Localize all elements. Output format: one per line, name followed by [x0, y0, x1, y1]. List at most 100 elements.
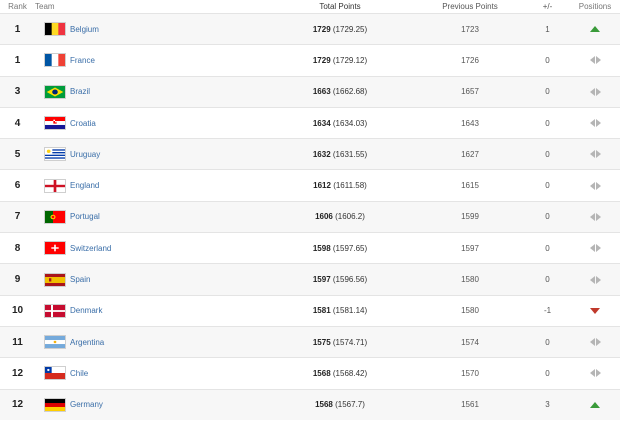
- total-points-exact: (1567.7): [335, 400, 365, 410]
- total-points-exact: (1729.12): [332, 55, 368, 65]
- croatia-flag-icon: [44, 116, 66, 131]
- table-row[interactable]: 4 Croatia 1634 (1634.03) 1643 0: [0, 106, 620, 138]
- diff-cell: 0: [545, 181, 550, 191]
- table-row[interactable]: 6 England 1612 (1611.58) 1615 0: [0, 169, 620, 200]
- team-link[interactable]: Argentina: [70, 338, 104, 347]
- header-positions[interactable]: Positions: [570, 2, 620, 11]
- team-link[interactable]: England: [70, 181, 99, 190]
- no-change-icon: [589, 181, 601, 190]
- table-row[interactable]: 9 Spain 1597 (1596.56) 1580 0: [0, 263, 620, 295]
- header-team[interactable]: Team: [35, 2, 265, 11]
- position-change-cell: [570, 150, 620, 159]
- table-row[interactable]: 12 Germany 1568 (1567.7) 1561 3: [0, 388, 620, 420]
- position-change-cell: [570, 275, 620, 284]
- total-points-cell: 1632 (1631.55): [265, 150, 415, 159]
- arrow-down-icon: [590, 307, 600, 314]
- rank-cell: 8: [14, 242, 21, 254]
- total-points-exact: (1596.56): [332, 275, 368, 285]
- table-row[interactable]: 1 Belgium 1729 (1729.25) 1723 1: [0, 13, 620, 45]
- france-flag-icon: [44, 53, 66, 68]
- no-change-icon: [589, 338, 601, 347]
- total-points-cell: 1598 (1597.65): [265, 244, 415, 253]
- position-change-cell: [570, 181, 620, 190]
- total-points: 1606: [315, 212, 333, 222]
- spain-flag-icon: [44, 272, 66, 287]
- total-points-exact: (1574.71): [332, 337, 368, 347]
- previous-points-cell: 1580: [461, 275, 479, 285]
- table-row[interactable]: 1 France 1729 (1729.12) 1726 0: [0, 44, 620, 75]
- uruguay-flag-icon: [44, 147, 66, 162]
- no-change-icon: [589, 56, 601, 65]
- header-diff[interactable]: +/-: [525, 2, 570, 11]
- diff-cell: 0: [545, 337, 550, 347]
- chile-flag-icon: [44, 366, 66, 381]
- portugal-flag-icon: [44, 209, 66, 224]
- team-cell: Uruguay: [35, 147, 265, 162]
- team-link[interactable]: Uruguay: [70, 150, 100, 159]
- previous-points-cell: 1627: [461, 149, 479, 159]
- total-points-exact: (1662.68): [332, 87, 368, 97]
- diff-cell: 0: [545, 212, 550, 222]
- diff-cell: 0: [545, 243, 550, 253]
- arrow-up-icon: [590, 401, 600, 408]
- header-previous-points[interactable]: Previous Points: [415, 2, 525, 11]
- team-cell: Brazil: [35, 84, 265, 99]
- position-change-cell: [570, 212, 620, 221]
- england-flag-icon: [44, 178, 66, 193]
- total-points-cell: 1729 (1729.12): [265, 56, 415, 65]
- denmark-flag-icon: [44, 303, 66, 318]
- team-cell: Switzerland: [35, 241, 265, 256]
- previous-points-cell: 1597: [461, 243, 479, 253]
- table-row[interactable]: 3 Brazil 1663 (1662.68) 1657 0: [0, 75, 620, 107]
- total-points-exact: (1611.58): [333, 181, 367, 191]
- total-points-cell: 1729 (1729.25): [265, 25, 415, 34]
- table-row[interactable]: 8 Switzerland 1598 (1597.65) 1597 0: [0, 232, 620, 263]
- previous-points-cell: 1561: [461, 400, 479, 410]
- diff-cell: 1: [545, 24, 550, 34]
- total-points-cell: 1606 (1606.2): [265, 212, 415, 221]
- rank-cell: 9: [14, 274, 21, 286]
- total-points: 1663: [312, 87, 331, 97]
- team-link[interactable]: Croatia: [70, 119, 96, 128]
- diff-cell: 0: [545, 55, 550, 65]
- team-link[interactable]: Portugal: [70, 212, 100, 221]
- total-points-cell: 1634 (1634.03): [265, 119, 415, 128]
- team-link[interactable]: France: [70, 56, 95, 65]
- total-points-exact: (1631.55): [332, 149, 368, 159]
- rank-cell: 4: [14, 117, 21, 129]
- no-change-icon: [589, 87, 601, 96]
- rank-cell: 6: [14, 180, 21, 192]
- team-link[interactable]: Spain: [70, 275, 90, 284]
- total-points-exact: (1606.2): [335, 212, 365, 222]
- team-link[interactable]: Switzerland: [70, 244, 111, 253]
- total-points-cell: 1575 (1574.71): [265, 338, 415, 347]
- header-rank[interactable]: Rank: [0, 2, 35, 11]
- total-points: 1612: [313, 181, 331, 191]
- header-total-points[interactable]: Total Points: [265, 2, 415, 11]
- total-points-exact: (1581.14): [332, 306, 368, 316]
- no-change-icon: [589, 244, 601, 253]
- total-points-cell: 1612 (1611.58): [265, 181, 415, 190]
- table-row[interactable]: 12 Chile 1568 (1568.42) 1570 0: [0, 357, 620, 388]
- team-link[interactable]: Denmark: [70, 306, 102, 315]
- team-cell: Croatia: [35, 116, 265, 131]
- total-points: 1597: [312, 275, 331, 285]
- table-row[interactable]: 7 Portugal 1606 (1606.2) 1599 0: [0, 200, 620, 233]
- position-change-cell: [570, 338, 620, 347]
- diff-cell: -1: [543, 306, 552, 316]
- table-row[interactable]: 10 Denmark 1581 (1581.14) 1580 -1: [0, 294, 620, 326]
- argentina-flag-icon: [44, 335, 66, 350]
- position-change-cell: [570, 401, 620, 408]
- diff-cell: 3: [545, 400, 550, 410]
- total-points: 1634: [312, 118, 331, 128]
- total-points: 1581: [312, 306, 331, 316]
- team-link[interactable]: Germany: [70, 400, 103, 409]
- table-row[interactable]: 11 Argentina 1575 (1574.71) 1574 0: [0, 325, 620, 358]
- team-link[interactable]: Chile: [70, 369, 88, 378]
- team-link[interactable]: Brazil: [70, 87, 90, 96]
- table-row[interactable]: 5 Uruguay 1632 (1631.55) 1627 0: [0, 138, 620, 170]
- total-points: 1568: [312, 368, 331, 378]
- previous-points-cell: 1615: [461, 181, 479, 191]
- team-link[interactable]: Belgium: [70, 25, 99, 34]
- total-points-cell: 1568 (1567.7): [265, 400, 415, 409]
